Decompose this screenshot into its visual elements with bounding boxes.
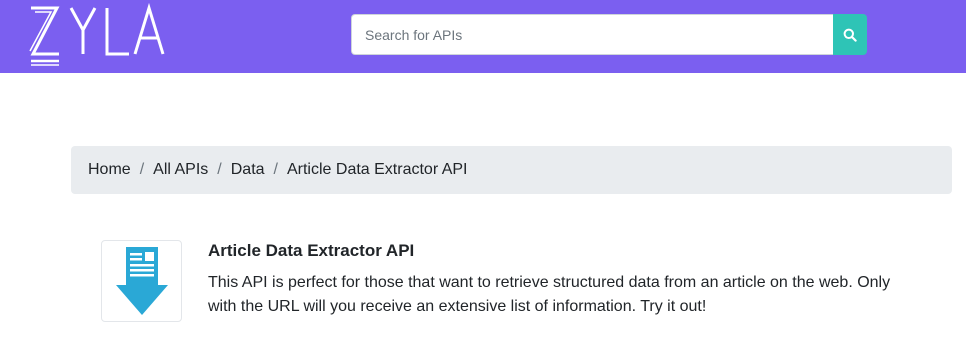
breadcrumb-data[interactable]: Data bbox=[231, 161, 265, 179]
api-icon-card bbox=[101, 240, 182, 322]
breadcrumb-separator: / bbox=[273, 161, 278, 178]
breadcrumb-separator: / bbox=[217, 161, 222, 178]
search-form bbox=[351, 14, 867, 55]
document-download-icon bbox=[115, 247, 168, 315]
breadcrumb-home[interactable]: Home bbox=[88, 161, 131, 179]
search-icon bbox=[843, 28, 857, 42]
breadcrumb: Home / All APIs / Data / Article Data Ex… bbox=[71, 146, 952, 194]
search-button[interactable] bbox=[833, 14, 867, 55]
zyla-logo[interactable] bbox=[27, 2, 169, 68]
search-input[interactable] bbox=[351, 14, 833, 55]
api-description: This API is perfect for those that want … bbox=[208, 274, 891, 315]
breadcrumb-current: Article Data Extractor API bbox=[286, 161, 468, 178]
top-navbar bbox=[0, 0, 966, 73]
breadcrumb-all-apis[interactable]: All APIs bbox=[153, 161, 208, 179]
api-title: Article Data Extractor API bbox=[208, 241, 415, 260]
breadcrumb-separator: / bbox=[139, 161, 145, 178]
